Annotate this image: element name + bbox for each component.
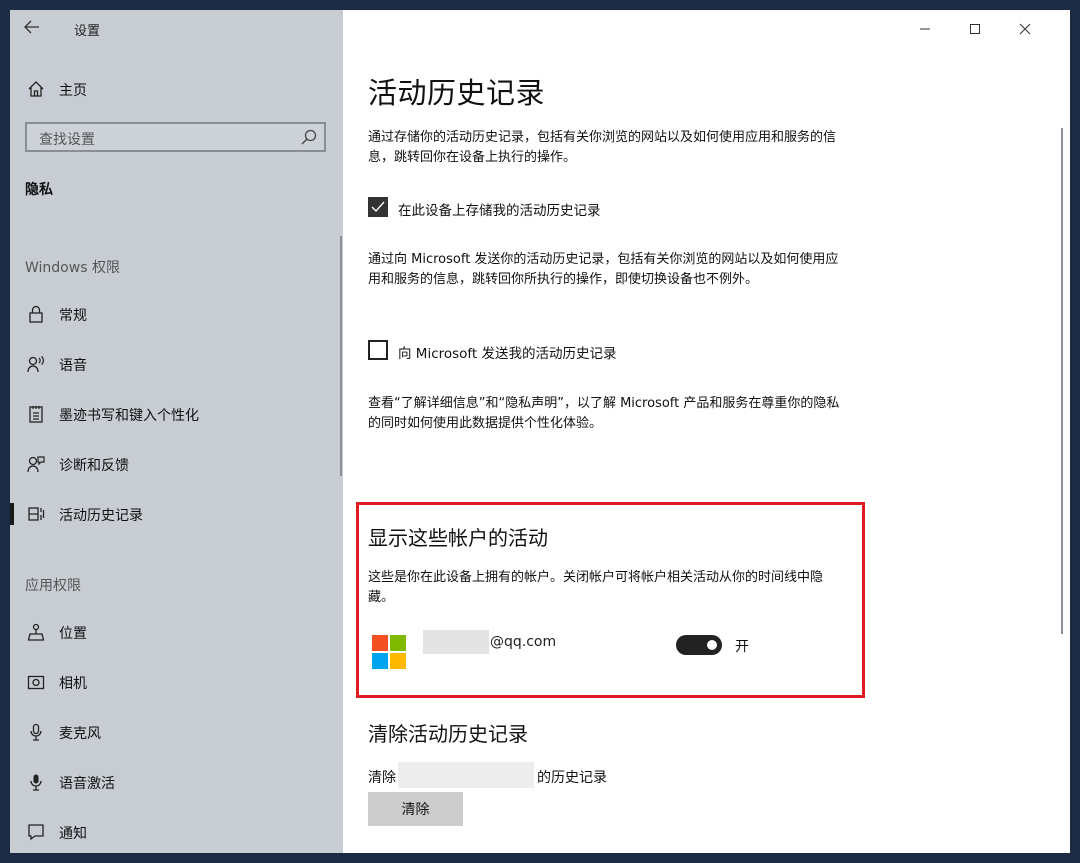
sidebar-item-inking-typing[interactable]: 墨迹书写和键入个性化 — [10, 397, 343, 431]
sidebar-item-label: 墨迹书写和键入个性化 — [59, 408, 199, 424]
sidebar-item-label: 语音 — [59, 358, 87, 374]
active-indicator — [10, 503, 14, 525]
main-scrollbar[interactable] — [1061, 128, 1063, 634]
send-history-checkbox[interactable] — [368, 340, 388, 360]
notepad-icon — [26, 404, 46, 424]
privacy-note-text: 查看“了解详细信息”和“隐私声明”，以了解 Microsoft 产品和服务在尊重… — [368, 396, 840, 431]
clear-section-title: 清除活动历史记录 — [368, 722, 528, 746]
account-activity-toggle[interactable] — [676, 635, 722, 655]
sidebar-item-label: 麦克风 — [59, 726, 101, 742]
sidebar-item-speech[interactable]: 语音 — [10, 347, 343, 381]
sidebar-item-microphone[interactable]: 麦克风 — [10, 715, 343, 749]
back-button[interactable] — [24, 18, 48, 40]
group-header-windows-permissions: Windows 权限 — [25, 260, 120, 276]
sidebar-item-general[interactable]: 常规 — [10, 297, 343, 331]
sidebar-item-diagnostics[interactable]: 诊断和反馈 — [10, 447, 343, 481]
close-icon — [1019, 23, 1031, 35]
window-controls — [910, 10, 1070, 48]
sidebar-item-label: 活动历史记录 — [59, 508, 143, 524]
intro-text: 通过存储你的活动历史记录，包括有关你浏览的网站以及如何使用应用和服务的信息，跳转… — [368, 130, 837, 165]
clear-prefix: 清除 — [368, 770, 396, 786]
sidebar-item-label: 位置 — [59, 626, 87, 642]
accounts-description: 这些是你在此设备上拥有的帐户。关闭帐户可将帐户相关活动从你的时间线中隐藏。 — [368, 570, 824, 605]
group-header-app-permissions: 应用权限 — [25, 578, 81, 594]
speech-icon — [26, 354, 46, 374]
voice-activation-icon — [26, 772, 46, 792]
search-icon[interactable] — [300, 128, 318, 146]
page-title: 活动历史记录 — [368, 76, 546, 110]
send-history-checkbox-row[interactable]: 向 Microsoft 发送我的活动历史记录 — [368, 340, 828, 362]
accounts-section-title: 显示这些帐户的活动 — [368, 526, 548, 550]
title-bar: 设置 — [10, 10, 343, 48]
maximize-icon — [970, 24, 980, 34]
sidebar-item-label: 主页 — [59, 83, 87, 99]
sidebar-item-home[interactable]: 主页 — [10, 74, 343, 104]
notification-icon — [26, 822, 46, 842]
main-content: 活动历史记录 通过存储你的活动历史记录，包括有关你浏览的网站以及如何使用应用和服… — [343, 10, 1070, 853]
maximize-button[interactable] — [960, 16, 990, 42]
app-title: 设置 — [74, 24, 101, 39]
sidebar-item-location[interactable]: 位置 — [10, 615, 343, 649]
minimize-button[interactable] — [910, 16, 940, 42]
send-description-text: 通过向 Microsoft 发送你的活动历史记录，包括有关你浏览的网站以及如何使… — [368, 252, 839, 287]
sidebar-item-label: 通知 — [59, 826, 87, 842]
send-history-label: 向 Microsoft 发送我的活动历史记录 — [398, 346, 617, 362]
microsoft-logo-icon — [372, 635, 406, 669]
store-history-checkbox-row[interactable]: 在此设备上存储我的活动历史记录 — [368, 197, 828, 219]
sidebar-item-label: 常规 — [59, 308, 87, 324]
clear-history-button[interactable]: 清除 — [368, 792, 463, 826]
toggle-state-label: 开 — [735, 639, 749, 655]
sidebar-item-label: 诊断和反馈 — [59, 458, 129, 474]
minimize-icon — [920, 28, 930, 30]
sidebar-item-camera[interactable]: 相机 — [10, 665, 343, 699]
back-arrow-icon — [24, 20, 39, 34]
email-redacted — [423, 630, 489, 654]
home-icon — [26, 79, 46, 99]
search-input[interactable]: 查找设置 — [25, 122, 326, 152]
sidebar-scrollbar[interactable] — [340, 236, 342, 476]
feedback-icon — [26, 454, 46, 474]
sidebar-item-notifications[interactable]: 通知 — [10, 815, 343, 849]
timeline-icon — [26, 504, 46, 524]
location-icon — [26, 622, 46, 642]
account-email: @qq.com — [490, 634, 557, 650]
checkmark-icon — [371, 201, 385, 213]
settings-window: 设置 主页 查找设置 隐私 Windows 权限 常规 语音 墨迹书写和键入个性… — [10, 10, 1070, 853]
sidebar: 设置 主页 查找设置 隐私 Windows 权限 常规 语音 墨迹书写和键入个性… — [10, 10, 343, 853]
search-placeholder: 查找设置 — [39, 132, 95, 148]
sidebar-item-activity-history[interactable]: 活动历史记录 — [10, 497, 343, 531]
microphone-icon — [26, 722, 46, 742]
toggle-knob — [707, 640, 717, 650]
camera-icon — [26, 672, 46, 692]
store-history-label: 在此设备上存储我的活动历史记录 — [398, 203, 601, 219]
close-button[interactable] — [1010, 16, 1040, 42]
sidebar-item-voice-activation[interactable]: 语音激活 — [10, 765, 343, 799]
account-redacted — [398, 762, 534, 788]
lock-icon — [26, 304, 46, 324]
sidebar-item-label: 语音激活 — [59, 776, 115, 792]
clear-suffix: 的历史记录 — [537, 770, 607, 786]
store-history-checkbox[interactable] — [368, 197, 388, 217]
sidebar-item-label: 相机 — [59, 676, 87, 692]
current-section-title: 隐私 — [25, 182, 53, 198]
